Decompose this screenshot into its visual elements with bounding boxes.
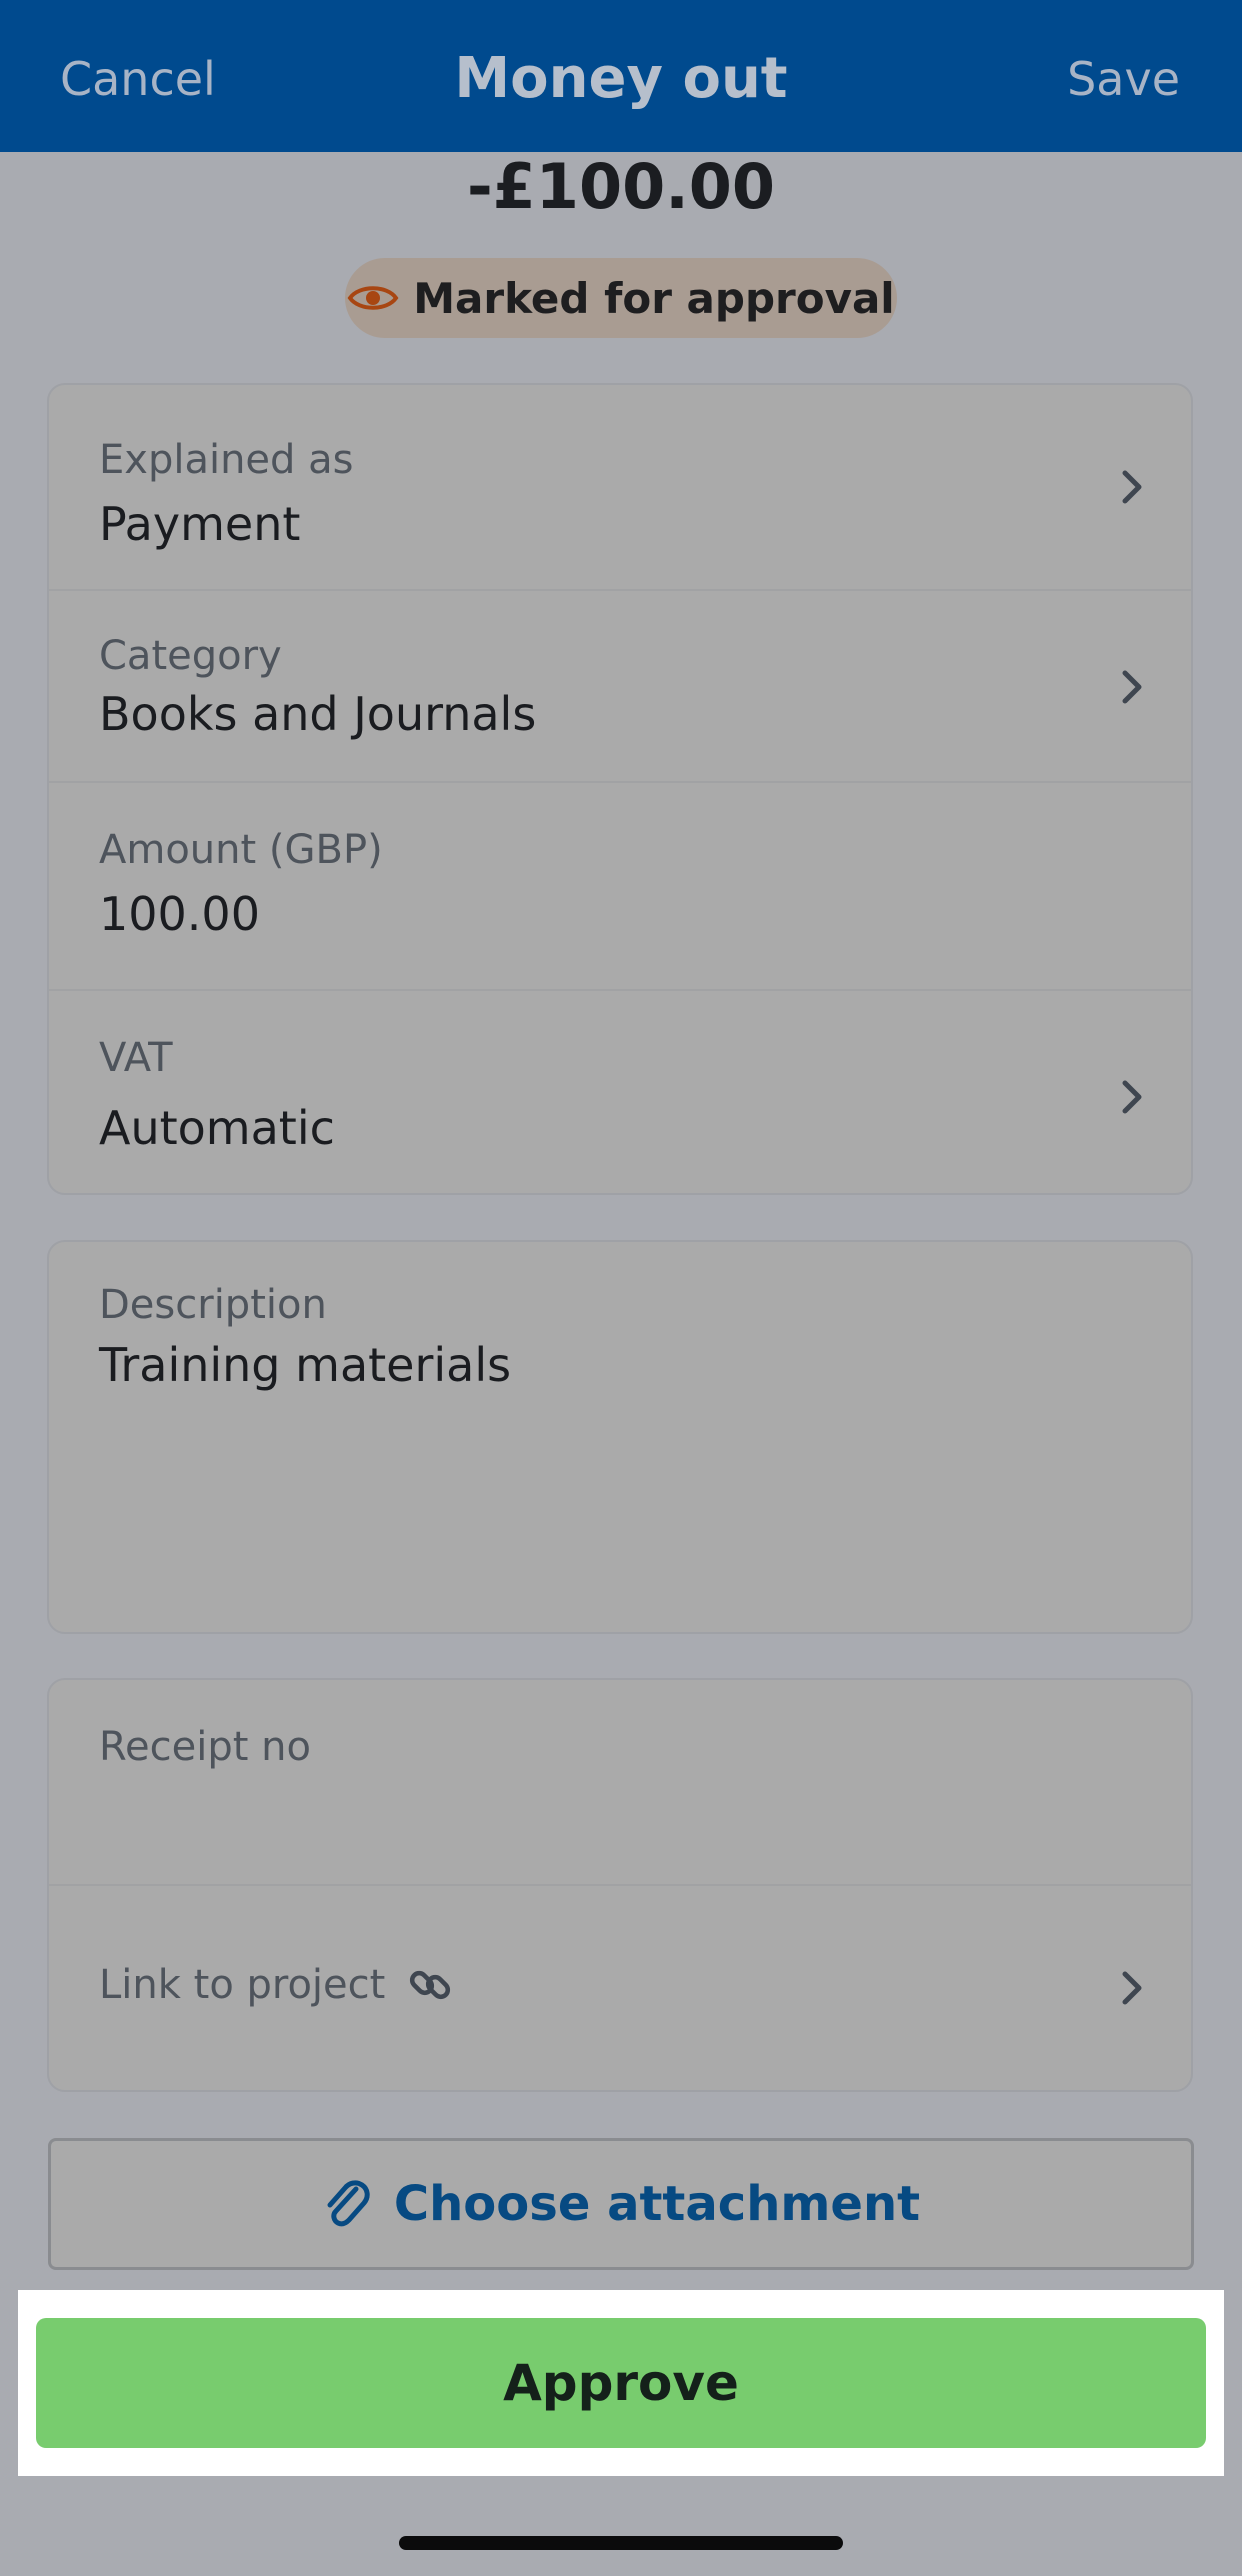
save-button[interactable]: Save: [1067, 52, 1180, 106]
description-field[interactable]: Training materials: [99, 1338, 511, 1392]
link-project-label: Link to project: [99, 1962, 453, 2008]
description-label: Description: [99, 1282, 327, 1328]
explained-as-row[interactable]: Explained as Payment: [49, 385, 1191, 591]
choose-attachment-button[interactable]: Choose attachment: [48, 2138, 1194, 2270]
amount-field[interactable]: 100.00: [99, 887, 260, 941]
link-project-row[interactable]: Link to project: [49, 1886, 1191, 2090]
vat-value: Automatic: [99, 1101, 335, 1155]
nav-bar: Cancel Money out Save: [0, 0, 1242, 152]
link-project-text: Link to project: [99, 1962, 386, 2008]
page-title: Money out: [454, 46, 788, 111]
receipt-row[interactable]: Receipt no: [49, 1680, 1191, 1886]
chevron-right-icon: [1122, 470, 1142, 504]
chevron-right-icon: [1122, 1080, 1142, 1114]
eye-icon: [347, 286, 399, 310]
vat-label: VAT: [99, 1035, 173, 1081]
link-icon: [410, 1970, 451, 2000]
status-badge: Marked for approval: [345, 258, 897, 338]
receipt-label: Receipt no: [99, 1724, 311, 1770]
explained-as-label: Explained as: [99, 437, 354, 483]
extra-card: Receipt no Link to project: [47, 1678, 1193, 2092]
explained-as-value: Payment: [99, 497, 301, 551]
approve-panel: Approve: [18, 2290, 1224, 2476]
category-label: Category: [99, 633, 282, 679]
amount-row[interactable]: Amount (GBP) 100.00: [49, 783, 1191, 991]
approve-button[interactable]: Approve: [36, 2318, 1206, 2448]
amount-label: Amount (GBP): [99, 827, 383, 873]
category-value: Books and Journals: [99, 687, 537, 741]
home-indicator[interactable]: [399, 2536, 843, 2550]
details-card: Explained as Payment Category Books and …: [47, 383, 1193, 1195]
chevron-right-icon: [1122, 670, 1142, 704]
chevron-right-icon: [1122, 1971, 1142, 2005]
transaction-amount: -£100.00: [466, 150, 776, 223]
vat-row[interactable]: VAT Automatic: [49, 991, 1191, 1193]
approve-label: Approve: [503, 2354, 739, 2412]
choose-attachment-label: Choose attachment: [393, 2176, 921, 2232]
status-label: Marked for approval: [413, 273, 895, 323]
paperclip-icon: [327, 2180, 370, 2227]
category-row[interactable]: Category Books and Journals: [49, 591, 1191, 783]
description-card[interactable]: Description Training materials: [47, 1240, 1193, 1634]
